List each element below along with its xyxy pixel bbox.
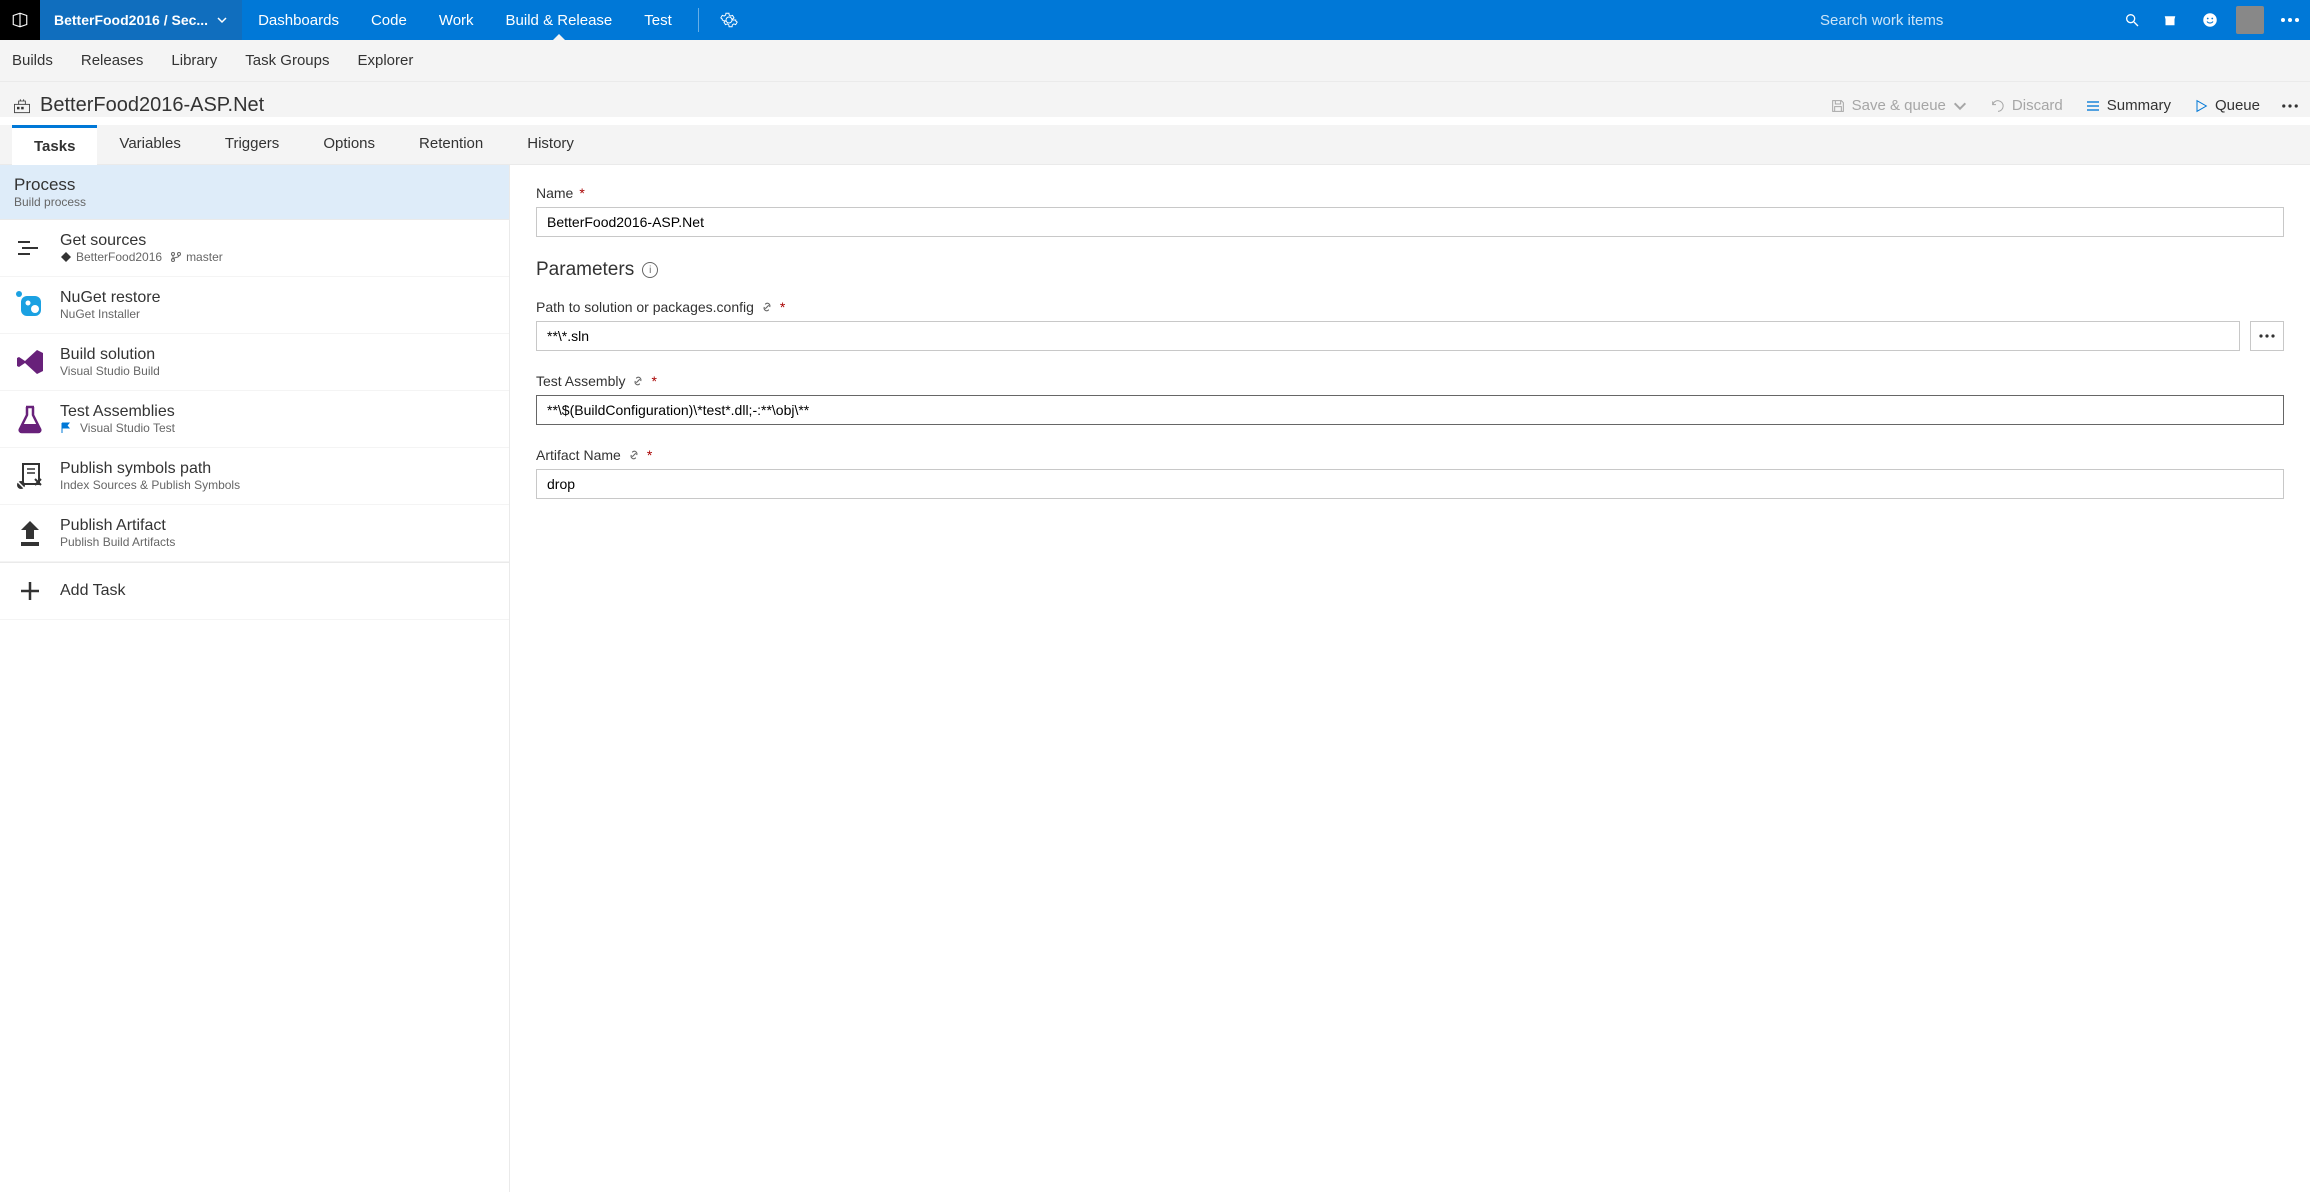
main-content: Process Build process Get sources Better… — [0, 164, 2310, 1192]
task-nuget-restore[interactable]: NuGet restore NuGet Installer — [0, 277, 509, 334]
process-title: Process — [14, 175, 495, 195]
discard-button[interactable]: Discard — [1990, 97, 2063, 114]
tab-options[interactable]: Options — [301, 125, 397, 164]
subnav-builds[interactable]: Builds — [12, 52, 53, 69]
definition-title: BetterFood2016-ASP.Net — [40, 94, 264, 117]
task-subtitle: Publish Build Artifacts — [60, 535, 175, 549]
nuget-icon — [14, 289, 46, 321]
feedback-smile-icon[interactable] — [2190, 0, 2230, 40]
solution-label: Path to solution or packages.config — [536, 299, 754, 315]
task-get-sources[interactable]: Get sources BetterFood2016 master — [0, 220, 509, 277]
user-avatar[interactable] — [2230, 0, 2270, 40]
process-details-pane: Name * Parameters i Path to solution or … — [510, 165, 2310, 1192]
parameters-heading: Parameters — [536, 259, 634, 281]
task-title: NuGet restore — [60, 289, 160, 307]
task-subtitle: Visual Studio Test — [60, 421, 175, 435]
repo-icon — [60, 251, 72, 263]
search-icon — [2124, 12, 2140, 28]
publish-symbols-icon — [14, 460, 46, 492]
info-icon[interactable]: i — [642, 262, 658, 278]
sources-icon — [14, 232, 46, 264]
branch-icon — [170, 251, 182, 263]
visual-studio-icon — [14, 346, 46, 378]
more-menu-icon[interactable] — [2270, 0, 2310, 40]
task-list-pane: Process Build process Get sources Better… — [0, 165, 510, 1192]
task-subtitle: NuGet Installer — [60, 307, 160, 321]
subnav-explorer[interactable]: Explorer — [357, 52, 413, 69]
publish-artifact-icon — [14, 517, 46, 549]
process-node[interactable]: Process Build process — [0, 165, 509, 220]
task-publish-symbols[interactable]: Publish symbols path Index Sources & Pub… — [0, 448, 509, 505]
nav-tab-code[interactable]: Code — [355, 0, 423, 40]
task-test-assemblies[interactable]: Test Assemblies Visual Studio Test — [0, 391, 509, 448]
top-nav: BetterFood2016 / Sec... Dashboards Code … — [0, 0, 2310, 40]
project-selector[interactable]: BetterFood2016 / Sec... — [40, 0, 242, 40]
link-icon[interactable] — [627, 448, 641, 462]
task-title: Test Assemblies — [60, 403, 175, 421]
required-indicator: * — [780, 299, 785, 315]
more-actions-icon[interactable] — [2282, 98, 2298, 114]
nav-divider — [698, 8, 699, 32]
task-build-solution[interactable]: Build solution Visual Studio Build — [0, 334, 509, 391]
artifact-name-label: Artifact Name — [536, 447, 621, 463]
search-work-items[interactable] — [1810, 12, 2150, 29]
definition-tabs: Tasks Variables Triggers Options Retenti… — [0, 125, 2310, 164]
tab-variables[interactable]: Variables — [97, 125, 202, 164]
plus-icon — [14, 575, 46, 607]
task-subtitle: Visual Studio Build — [60, 364, 160, 378]
project-name: BetterFood2016 / Sec... — [54, 12, 208, 28]
required-indicator: * — [579, 185, 584, 201]
flag-icon — [60, 422, 72, 434]
add-task-button[interactable]: Add Task — [0, 562, 509, 620]
link-icon[interactable] — [760, 300, 774, 314]
nav-tab-dashboards[interactable]: Dashboards — [242, 0, 355, 40]
task-title: Publish symbols path — [60, 460, 240, 478]
test-assembly-input[interactable] — [536, 395, 2284, 425]
tab-tasks[interactable]: Tasks — [12, 125, 97, 165]
artifact-name-input[interactable] — [536, 469, 2284, 499]
test-assembly-label: Test Assembly — [536, 373, 625, 389]
process-subtitle: Build process — [14, 195, 495, 209]
subnav-releases[interactable]: Releases — [81, 52, 144, 69]
chevron-down-icon — [216, 14, 228, 26]
task-title: Publish Artifact — [60, 517, 175, 535]
chevron-down-icon — [1952, 98, 1968, 114]
link-icon[interactable] — [631, 374, 645, 388]
settings-gear-icon[interactable] — [709, 0, 749, 40]
tab-triggers[interactable]: Triggers — [203, 125, 301, 164]
task-title: Get sources — [60, 232, 223, 250]
hub-sub-nav: Builds Releases Library Task Groups Expl… — [0, 40, 2310, 82]
task-publish-artifact[interactable]: Publish Artifact Publish Build Artifacts — [0, 505, 509, 562]
required-indicator: * — [647, 447, 652, 463]
browse-solution-button[interactable] — [2250, 321, 2284, 351]
summary-button[interactable]: Summary — [2085, 97, 2171, 114]
subnav-task-groups[interactable]: Task Groups — [245, 52, 329, 69]
task-title: Build solution — [60, 346, 160, 364]
nav-tab-test[interactable]: Test — [628, 0, 688, 40]
marketplace-icon[interactable] — [2150, 0, 2190, 40]
subnav-library[interactable]: Library — [171, 52, 217, 69]
build-definition-icon — [12, 96, 32, 116]
add-task-label: Add Task — [60, 582, 126, 600]
search-input[interactable] — [1820, 12, 2124, 29]
nav-tab-build-release[interactable]: Build & Release — [490, 0, 629, 40]
test-flask-icon — [14, 403, 46, 435]
solution-path-input[interactable] — [536, 321, 2240, 351]
save-queue-button[interactable]: Save & queue — [1830, 97, 1968, 114]
name-input[interactable] — [536, 207, 2284, 237]
tab-history[interactable]: History — [505, 125, 596, 164]
task-subtitle: Index Sources & Publish Symbols — [60, 478, 240, 492]
title-bar: BetterFood2016-ASP.Net Save & queue Disc… — [0, 82, 2310, 117]
required-indicator: * — [651, 373, 656, 389]
nav-tab-work[interactable]: Work — [423, 0, 490, 40]
main-nav-tabs: Dashboards Code Work Build & Release Tes… — [242, 0, 688, 40]
tab-retention[interactable]: Retention — [397, 125, 505, 164]
vsts-logo[interactable] — [0, 0, 40, 40]
queue-button[interactable]: Queue — [2193, 97, 2260, 114]
name-label: Name — [536, 185, 573, 201]
